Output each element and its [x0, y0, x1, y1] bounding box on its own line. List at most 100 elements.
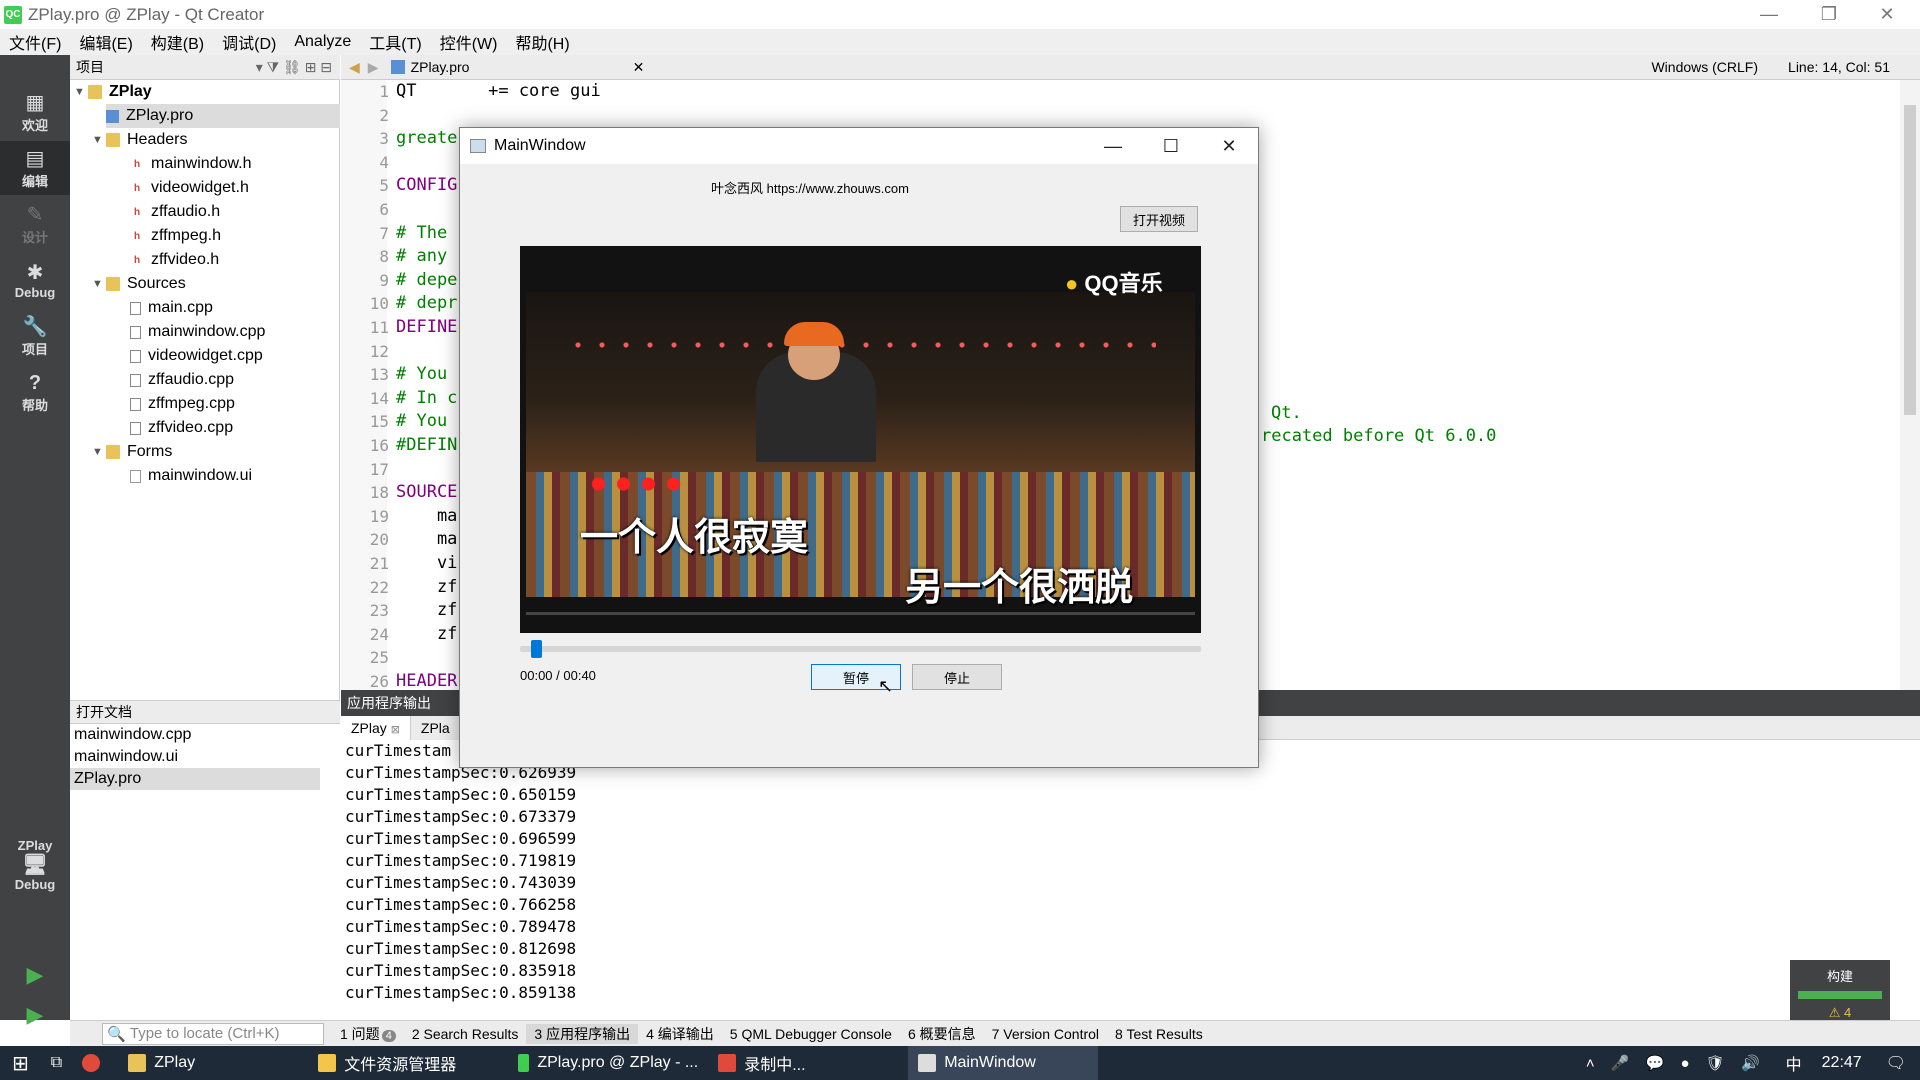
- scrollbar-thumb[interactable]: [1904, 105, 1916, 415]
- dialog-close-button[interactable]: ✕: [1200, 128, 1258, 164]
- filter-icon[interactable]: ▾ ⧩ ⛓ ⊞ ⊟: [256, 59, 332, 76]
- taskbar-item[interactable]: MainWindow: [908, 1046, 1099, 1080]
- close-doc-icon[interactable]: ✕: [633, 59, 645, 76]
- code-line: # You: [396, 411, 448, 432]
- line-ending-selector[interactable]: Windows (CRLF): [1651, 59, 1758, 75]
- pane-tab-tests[interactable]: 8 Test Results: [1107, 1026, 1211, 1042]
- open-doc-item[interactable]: mainwindow.cpp: [70, 724, 340, 746]
- tree-file[interactable]: h zffvideo.h: [130, 248, 219, 272]
- tree-root[interactable]: ▼ ZPlay: [74, 80, 152, 104]
- pane-tab-search[interactable]: 2 Search Results: [404, 1026, 527, 1042]
- debug-run-button[interactable]: ▶: [0, 995, 70, 1035]
- line-number: 5: [379, 176, 389, 196]
- editor-scrollbar[interactable]: [1900, 80, 1920, 690]
- tree-file[interactable]: h mainwindow.h: [130, 152, 252, 176]
- system-tray[interactable]: ˄ 🎤 💬 ● 🛡 🔊: [1576, 1046, 1776, 1080]
- output-line: curTimestampSec:0.835918: [345, 961, 577, 980]
- chrome-button[interactable]: [72, 1046, 118, 1080]
- mode-projects[interactable]: 🔧 项目: [0, 309, 70, 363]
- tree-file[interactable]: mainwindow.cpp: [130, 320, 265, 344]
- pane-tab-vcs[interactable]: 7 Version Control: [984, 1026, 1107, 1042]
- tree-file[interactable]: main.cpp: [130, 296, 213, 320]
- run-button[interactable]: ▶: [0, 955, 70, 995]
- tree-file[interactable]: zffmpeg.cpp: [130, 392, 235, 416]
- line-number: 9: [379, 270, 389, 290]
- tree-file[interactable]: h zffmpeg.h: [130, 224, 221, 248]
- locate-input[interactable]: 🔍 Type to locate (Ctrl+K): [102, 1022, 324, 1045]
- start-button[interactable]: ⊞: [0, 1046, 41, 1080]
- close-button[interactable]: ✕: [1864, 0, 1910, 29]
- mode-edit[interactable]: ▤ 编辑: [0, 141, 70, 195]
- taskbar-item[interactable]: 文件资源管理器: [308, 1046, 508, 1080]
- task-view-button[interactable]: ⧉: [41, 1046, 72, 1080]
- pane-tab-app-output[interactable]: 3 应用程序输出: [526, 1023, 639, 1044]
- output-tab[interactable]: ZPla: [410, 715, 461, 740]
- line-number: 7: [379, 223, 389, 243]
- ui-file-icon: [130, 469, 141, 483]
- build-progress-bar: [1798, 991, 1882, 999]
- code-line: ma: [396, 505, 458, 526]
- menu-controls[interactable]: 控件(W): [431, 30, 507, 54]
- menu-edit[interactable]: 编辑(E): [70, 30, 141, 54]
- line-number: 8: [379, 247, 389, 267]
- site-label: 叶念西风 https://www.zhouws.com: [711, 181, 909, 196]
- editor-file-combo[interactable]: ZPlay.pro: [411, 59, 621, 75]
- pane-tab-general[interactable]: 6 概要信息: [900, 1024, 984, 1044]
- menu-analyze[interactable]: Analyze: [285, 33, 360, 51]
- tree-forms[interactable]: ▼ Forms: [92, 440, 172, 464]
- stop-button[interactable]: 停止: [912, 664, 1002, 690]
- tree-file[interactable]: mainwindow.ui: [130, 464, 252, 488]
- pane-tab-issues[interactable]: 1 问题 4: [332, 1024, 404, 1044]
- output-tab[interactable]: ZPlay ⊠: [341, 715, 411, 740]
- tree-file[interactable]: videowidget.cpp: [130, 344, 263, 368]
- run-icon: ▶: [26, 962, 44, 987]
- menu-help[interactable]: 帮助(H): [506, 30, 578, 54]
- line-number: 24: [369, 624, 389, 644]
- open-doc-item[interactable]: ZPlay.pro: [70, 768, 320, 790]
- minimize-button[interactable]: —: [1746, 0, 1792, 29]
- editor-toolbar: ◀ ▶ ZPlay.pro ✕ Windows (CRLF) Line: 14,…: [341, 55, 1920, 80]
- code-line: # You: [396, 364, 448, 385]
- tree-headers[interactable]: ▼ Headers: [92, 128, 187, 152]
- tree-file[interactable]: h zffaudio.h: [130, 200, 220, 224]
- menu-build[interactable]: 构建(B): [142, 30, 213, 54]
- kit-selector[interactable]: ZPlay 🖥 Debug: [0, 820, 70, 910]
- mode-design[interactable]: ✎ 设计: [0, 197, 70, 251]
- windows-icon: ⊞: [12, 1052, 29, 1075]
- progress-slider[interactable]: [520, 640, 1201, 658]
- clock[interactable]: 22:47: [1812, 1046, 1872, 1080]
- notification-button[interactable]: 🗨: [1872, 1046, 1920, 1080]
- menu-tools[interactable]: 工具(T): [360, 30, 430, 54]
- pane-tab-qml[interactable]: 5 QML Debugger Console: [722, 1026, 900, 1042]
- open-video-button[interactable]: 打开视频: [1120, 206, 1198, 232]
- slider-handle[interactable]: [530, 640, 542, 658]
- close-tab-icon[interactable]: ⊠: [391, 724, 400, 736]
- menu-debug[interactable]: 调试(D): [213, 30, 285, 54]
- mode-welcome[interactable]: ▦ 欢迎: [0, 85, 70, 139]
- taskbar-item[interactable]: ZPlay: [118, 1046, 308, 1080]
- code-line: ma: [396, 529, 458, 550]
- pane-tab-compile[interactable]: 4 编译输出: [638, 1024, 722, 1044]
- open-doc-item[interactable]: mainwindow.ui: [70, 746, 340, 768]
- ime-indicator[interactable]: 中: [1776, 1046, 1812, 1080]
- grid-icon: ▦: [25, 91, 45, 114]
- tree-pro-file[interactable]: ZPlay.pro: [106, 104, 340, 128]
- mode-help[interactable]: ? 帮助: [0, 365, 70, 419]
- dialog-maximize-button[interactable]: ☐: [1142, 128, 1200, 164]
- tree-file[interactable]: zffvideo.cpp: [130, 416, 233, 440]
- taskbar-item[interactable]: ZPlay.pro @ ZPlay - ...: [508, 1046, 708, 1080]
- mode-debug[interactable]: ✱ Debug: [0, 253, 70, 307]
- taskbar-item[interactable]: 录制中...: [708, 1046, 908, 1080]
- forward-arrow-icon[interactable]: ▶: [368, 59, 379, 76]
- project-panel-header: 项目 ▾ ⧩ ⛓ ⊞ ⊟: [70, 55, 340, 80]
- restore-button[interactable]: ❐: [1806, 0, 1852, 29]
- build-progress[interactable]: 构建 ⚠ 4: [1790, 960, 1890, 1020]
- dialog-minimize-button[interactable]: —: [1084, 128, 1142, 164]
- cpp-file-icon: [130, 325, 141, 339]
- tree-sources[interactable]: ▼ Sources: [92, 272, 186, 296]
- tree-file[interactable]: zffaudio.cpp: [130, 368, 234, 392]
- menu-file[interactable]: 文件(F): [0, 30, 70, 54]
- back-arrow-icon[interactable]: ◀: [349, 59, 360, 76]
- application-output: curTimestam curTimestampSec:0.626939 curTi…: [341, 740, 1900, 1020]
- tree-file[interactable]: h videowidget.h: [130, 176, 249, 200]
